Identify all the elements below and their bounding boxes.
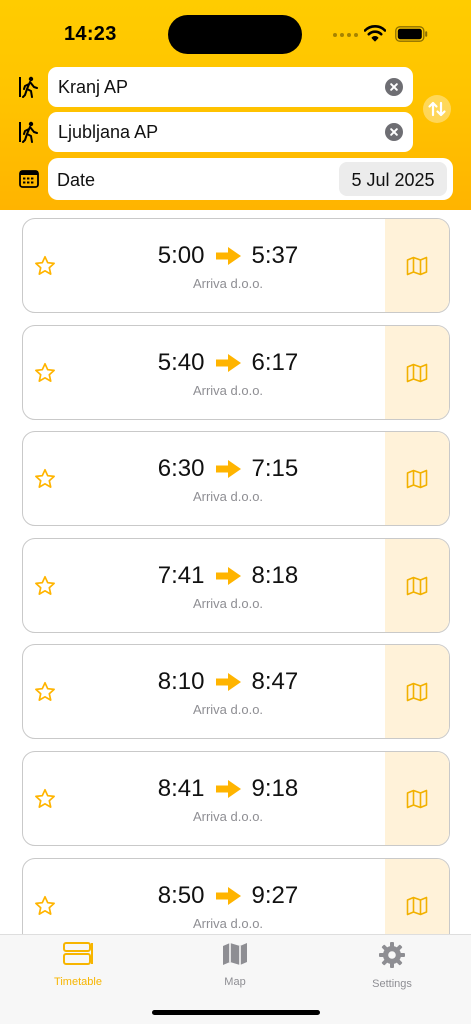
clear-from-button[interactable] bbox=[385, 78, 403, 96]
departure-times: 8:50 9:27 bbox=[113, 882, 343, 910]
departure-card[interactable]: 8:41 9:18 Arriva d.o.o. bbox=[22, 751, 450, 846]
star-icon[interactable] bbox=[34, 575, 56, 597]
show-on-map-button[interactable] bbox=[385, 325, 449, 419]
operator-name: Arriva d.o.o. bbox=[192, 809, 264, 824]
arrival-time: 9:27 bbox=[251, 881, 299, 909]
map-icon bbox=[406, 469, 428, 489]
departures-list[interactable]: 5:00 5:37 Arriva d.o.o. 5:40 6:17 Arriva… bbox=[0, 210, 471, 934]
dynamic-island bbox=[168, 15, 302, 54]
calendar-icon bbox=[19, 170, 39, 188]
show-on-map-button[interactable] bbox=[385, 645, 449, 739]
date-label: Date bbox=[57, 170, 96, 190]
operator-name: Arriva d.o.o. bbox=[192, 489, 264, 505]
departure-card[interactable]: 8:50 9:27 Arriva d.o.o. bbox=[22, 857, 450, 934]
arrow-right-icon bbox=[215, 460, 241, 479]
star-icon[interactable] bbox=[34, 895, 56, 917]
battery-icon bbox=[395, 26, 428, 42]
tab-map-label: Map bbox=[224, 976, 246, 988]
swap-stations-button[interactable] bbox=[423, 95, 451, 123]
arrow-right-icon bbox=[215, 886, 241, 905]
tab-map[interactable]: Map bbox=[175, 941, 295, 988]
walking-person-icon bbox=[19, 76, 38, 98]
wifi-icon bbox=[364, 25, 386, 42]
map-icon bbox=[406, 683, 428, 702]
departure-times: 8:41 9:18 bbox=[113, 775, 343, 803]
departure-time: 8:10 bbox=[157, 668, 205, 696]
show-on-map-button[interactable] bbox=[385, 219, 449, 312]
status-time: 14:23 bbox=[64, 23, 117, 45]
arrow-right-icon bbox=[215, 673, 241, 692]
departure-time: 7:41 bbox=[157, 561, 205, 589]
show-on-map-button[interactable] bbox=[385, 538, 449, 632]
map-icon bbox=[406, 363, 428, 382]
departure-times: 5:00 5:37 bbox=[113, 242, 343, 270]
operator-name: Arriva d.o.o. bbox=[192, 595, 264, 611]
arrival-time: 7:15 bbox=[251, 455, 299, 483]
map-icon bbox=[223, 943, 247, 965]
arrow-right-icon bbox=[215, 780, 241, 798]
departure-times: 8:10 8:47 bbox=[113, 668, 343, 696]
from-input-value: Kranj AP bbox=[58, 77, 129, 97]
arrow-right-icon bbox=[215, 353, 241, 372]
operator-name: Arriva d.o.o. bbox=[192, 702, 264, 718]
arrival-time: 5:37 bbox=[251, 242, 299, 269]
date-value: 5 Jul 2025 bbox=[351, 170, 435, 190]
departure-time: 6:30 bbox=[157, 455, 205, 483]
map-icon bbox=[406, 256, 428, 276]
date-row: Date 5 Jul 2025 bbox=[48, 158, 453, 200]
arrival-time: 9:18 bbox=[251, 775, 299, 802]
home-indicator bbox=[152, 1010, 320, 1015]
tab-settings[interactable]: Settings bbox=[332, 941, 452, 990]
to-input[interactable]: Ljubljana AP bbox=[48, 112, 413, 152]
departure-time: 5:00 bbox=[157, 242, 205, 269]
status-bar: 14:23 bbox=[0, 0, 471, 66]
walking-person-icon bbox=[19, 121, 38, 143]
departure-card[interactable]: 6:30 7:15 Arriva d.o.o. bbox=[22, 431, 450, 527]
cellular-signal-icon bbox=[333, 33, 358, 37]
gear-icon bbox=[379, 942, 405, 968]
departure-time: 8:41 bbox=[157, 775, 205, 802]
star-icon[interactable] bbox=[34, 788, 56, 810]
from-input[interactable]: Kranj AP bbox=[48, 67, 413, 107]
show-on-map-button[interactable] bbox=[385, 858, 449, 934]
departure-times: 7:41 8:18 bbox=[113, 562, 343, 590]
departure-times: 6:30 7:15 bbox=[113, 455, 343, 483]
show-on-map-button[interactable] bbox=[385, 752, 449, 845]
to-input-value: Ljubljana AP bbox=[58, 122, 159, 142]
departure-card[interactable]: 7:41 8:18 Arriva d.o.o. bbox=[22, 537, 450, 633]
operator-name: Arriva d.o.o. bbox=[192, 276, 264, 291]
date-picker-button[interactable]: 5 Jul 2025 bbox=[339, 162, 447, 196]
operator-name: Arriva d.o.o. bbox=[192, 915, 264, 931]
arrival-time: 6:17 bbox=[251, 348, 299, 376]
tab-timetable[interactable]: Timetable bbox=[18, 941, 138, 988]
swap-arrows-icon bbox=[428, 101, 446, 117]
show-on-map-button[interactable] bbox=[385, 432, 449, 526]
star-icon[interactable] bbox=[34, 362, 56, 384]
departure-time: 5:40 bbox=[157, 348, 205, 376]
departure-time: 8:50 bbox=[157, 881, 205, 909]
operator-name: Arriva d.o.o. bbox=[192, 382, 264, 398]
arrival-time: 8:18 bbox=[251, 561, 299, 589]
map-icon bbox=[406, 789, 428, 809]
map-icon bbox=[406, 576, 428, 596]
departure-card[interactable]: 5:00 5:37 Arriva d.o.o. bbox=[22, 218, 450, 313]
arrow-right-icon bbox=[215, 566, 241, 585]
arrival-time: 8:47 bbox=[251, 668, 299, 696]
header: 14:23 Kranj AP Ljubljana AP Date 5 Jul 2… bbox=[0, 0, 471, 210]
star-icon[interactable] bbox=[34, 255, 56, 277]
departure-times: 5:40 6:17 bbox=[113, 349, 343, 377]
map-icon bbox=[406, 896, 428, 915]
departure-card[interactable]: 8:10 8:47 Arriva d.o.o. bbox=[22, 644, 450, 740]
tab-settings-label: Settings bbox=[372, 978, 412, 990]
star-icon[interactable] bbox=[34, 468, 56, 490]
star-icon[interactable] bbox=[34, 681, 56, 703]
tab-timetable-label: Timetable bbox=[54, 976, 102, 988]
departure-card[interactable]: 5:40 6:17 Arriva d.o.o. bbox=[22, 324, 450, 420]
clear-to-button[interactable] bbox=[385, 123, 403, 141]
arrow-right-icon bbox=[215, 247, 241, 265]
timetable-icon bbox=[63, 942, 93, 965]
